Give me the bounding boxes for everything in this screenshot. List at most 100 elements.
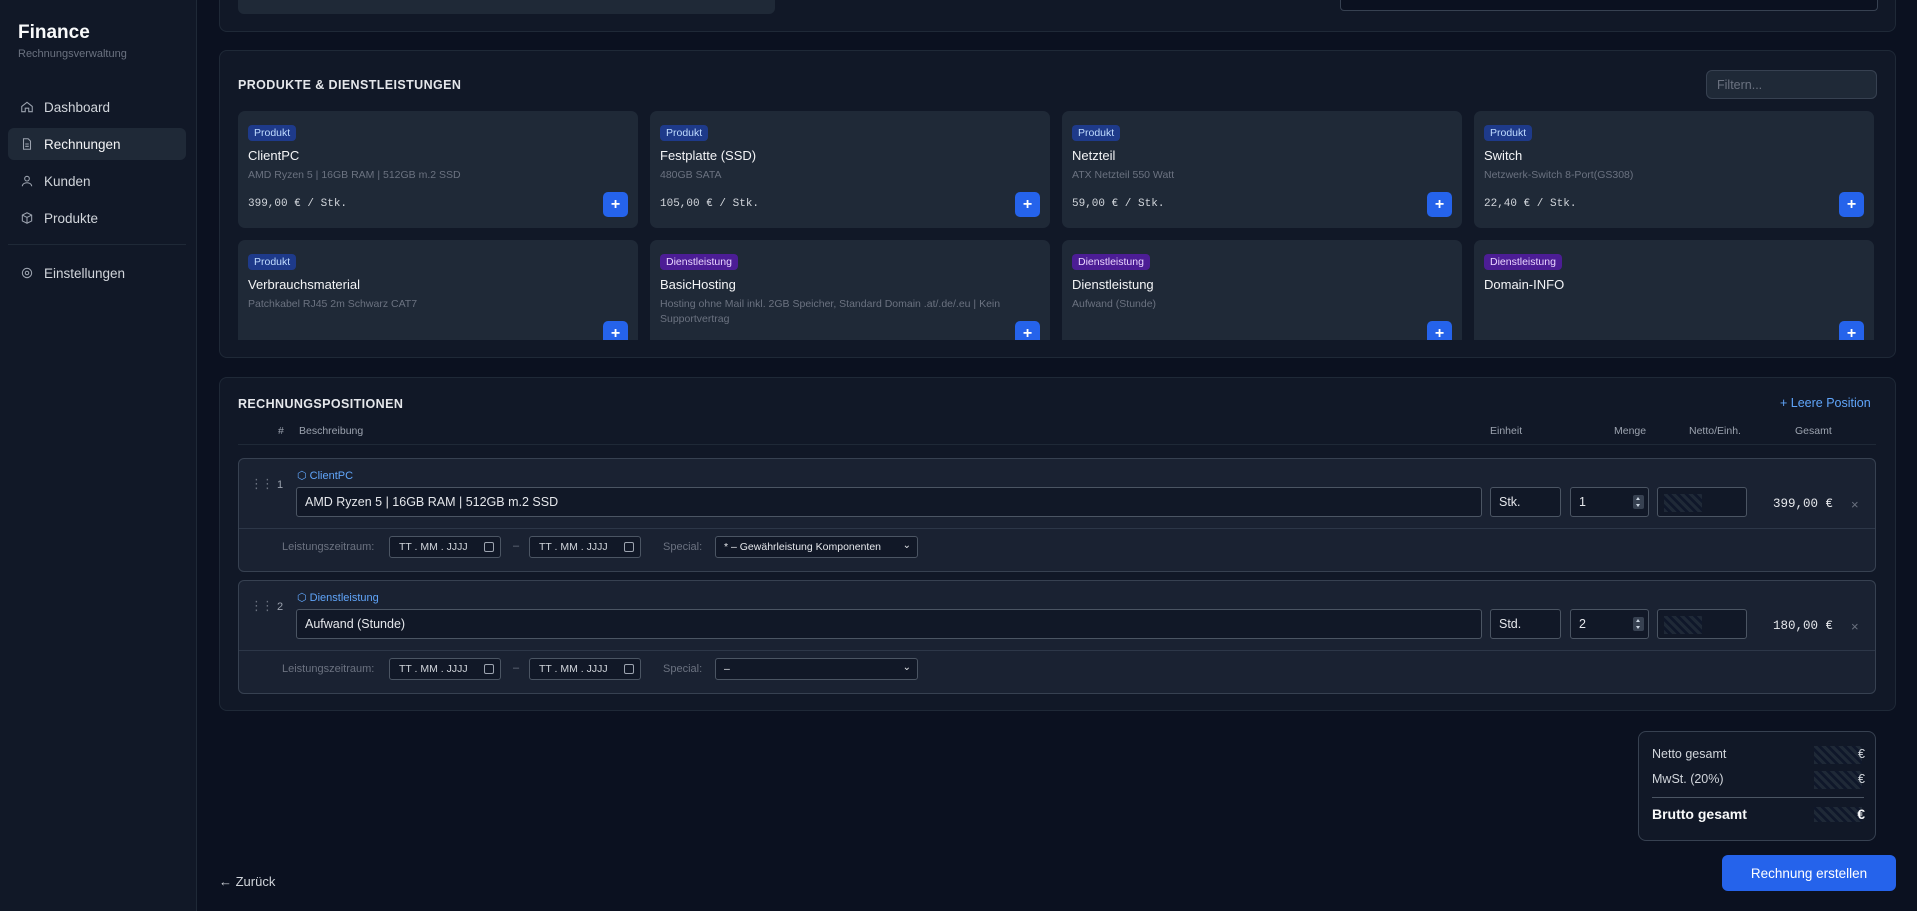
- add-product-button[interactable]: +: [1015, 192, 1040, 217]
- period-dash: –: [513, 540, 520, 552]
- product-price: 105,00 € / Stk.: [660, 198, 760, 210]
- product-card: Produkt ClientPC AMD Ryzen 5 | 16GB RAM …: [238, 111, 638, 228]
- product-type-badge: Produkt: [248, 125, 297, 141]
- sidebar-item-produkte[interactable]: Produkte: [8, 202, 186, 234]
- position-quantity-input[interactable]: 1: [1570, 487, 1649, 517]
- add-product-button[interactable]: +: [1427, 192, 1452, 217]
- period-end-date[interactable]: TT . MM . JJJJ: [529, 658, 641, 680]
- product-price: 399,00 € / Stk.: [248, 198, 348, 210]
- sidebar-item-label: Rechnungen: [44, 136, 121, 152]
- product-name: Festplatte (SSD): [660, 148, 757, 163]
- sidebar-item-label: Produkte: [44, 210, 99, 226]
- product-description: Hosting ohne Mail inkl. 2GB Speicher, St…: [660, 298, 1001, 325]
- position-divider: [239, 528, 1875, 529]
- redacted-value: [1664, 494, 1702, 512]
- remove-position-icon[interactable]: ×: [1851, 497, 1859, 512]
- home-icon: [21, 101, 33, 113]
- sidebar-divider: [8, 244, 186, 245]
- product-grid: Produkt ClientPC AMD Ryzen 5 | 16GB RAM …: [238, 111, 1874, 340]
- add-empty-position-link[interactable]: + Leere Position: [1780, 396, 1871, 410]
- box-icon: [21, 212, 33, 224]
- product-name: Verbrauchsmaterial: [248, 277, 360, 292]
- add-product-button[interactable]: +: [603, 321, 628, 340]
- remove-position-icon[interactable]: ×: [1851, 619, 1859, 634]
- calendar-icon: [624, 542, 634, 552]
- net-total-redacted: [1814, 746, 1862, 764]
- position-description-input[interactable]: [296, 487, 1482, 517]
- quantity-stepper-icon[interactable]: [1633, 495, 1644, 509]
- totals-box: Netto gesamt € MwSt. (20%) € Brutto gesa…: [1638, 731, 1876, 841]
- date-placeholder: TT . MM . JJJJ: [539, 663, 608, 675]
- add-product-button[interactable]: +: [1015, 321, 1040, 340]
- sidebar-item-kunden[interactable]: Kunden: [8, 165, 186, 197]
- product-description: Netzwerk-Switch 8-Port(GS308): [1484, 169, 1634, 181]
- notes-textarea[interactable]: [1340, 0, 1878, 11]
- add-product-button[interactable]: +: [603, 192, 628, 217]
- period-start-date[interactable]: TT . MM . JJJJ: [389, 658, 501, 680]
- drag-handle-icon[interactable]: ⋮⋮: [250, 476, 274, 492]
- vat-redacted: [1814, 771, 1862, 789]
- position-unit-input[interactable]: [1490, 609, 1561, 639]
- sidebar-item-label: Einstellungen: [44, 265, 126, 281]
- col-header-total: Gesamt: [1795, 425, 1832, 437]
- sidebar-item-einstellungen[interactable]: Einstellungen: [8, 257, 186, 289]
- special-select[interactable]: * – Gewährleistung Komponenten ⌄: [715, 536, 918, 558]
- position-description-input[interactable]: [296, 609, 1482, 639]
- sidebar-item-dashboard[interactable]: Dashboard: [8, 91, 186, 123]
- add-product-button[interactable]: +: [1427, 321, 1452, 340]
- col-header-description: Beschreibung: [299, 425, 364, 437]
- sidebar: Finance Rechnungsverwaltung Dashboard Re…: [0, 0, 197, 911]
- back-link[interactable]: ← Zurück: [219, 874, 275, 889]
- product-description: 480GB SATA: [660, 169, 722, 181]
- position-net-price-input[interactable]: [1657, 487, 1747, 517]
- sidebar-item-label: Kunden: [44, 173, 91, 189]
- period-start-date[interactable]: TT . MM . JJJJ: [389, 536, 501, 558]
- header-divider: [238, 444, 1876, 445]
- period-label: Leistungszeitraum:: [282, 541, 375, 553]
- quantity-stepper-icon[interactable]: [1633, 617, 1644, 631]
- special-label: Special:: [663, 541, 703, 553]
- create-invoice-button[interactable]: Rechnung erstellen: [1722, 855, 1896, 891]
- vat-label: MwSt. (20%): [1652, 772, 1724, 786]
- drag-handle-icon[interactable]: ⋮⋮: [250, 598, 274, 614]
- sidebar-item-rechnungen[interactable]: Rechnungen: [8, 128, 186, 160]
- product-price: 22,40 € / Stk.: [1484, 198, 1577, 210]
- position-quantity-input[interactable]: 2: [1570, 609, 1649, 639]
- product-description: Patchkabel RJ45 2m Schwarz CAT7: [248, 298, 418, 310]
- position-unit-input[interactable]: [1490, 487, 1561, 517]
- calendar-icon: [624, 664, 634, 674]
- positions-title: RECHNUNGSPOSITIONEN: [238, 397, 404, 411]
- gross-currency: €: [1857, 806, 1865, 822]
- position-type-link[interactable]: ⬡ Dienstleistung: [297, 591, 379, 604]
- product-type-badge: Produkt: [248, 254, 297, 270]
- net-currency: €: [1858, 747, 1865, 761]
- product-name: Netzteil: [1072, 148, 1116, 163]
- gear-icon: [21, 267, 33, 279]
- col-header-number: #: [278, 425, 284, 437]
- product-card: Produkt Switch Netzwerk-Switch 8-Port(GS…: [1474, 111, 1874, 228]
- chevron-down-icon: ⌄: [902, 540, 911, 551]
- period-dash: –: [513, 662, 520, 674]
- position-row: ⋮⋮ 1 ⬡ ClientPC 1 399,00 € × Leistungsze…: [238, 458, 1876, 572]
- product-card: Produkt Netzteil ATX Netzteil 550 Watt 5…: [1062, 111, 1462, 228]
- add-product-button[interactable]: +: [1839, 192, 1864, 217]
- position-type-link[interactable]: ⬡ ClientPC: [297, 469, 353, 482]
- add-product-button[interactable]: +: [1839, 321, 1864, 340]
- product-type-badge: Dienstleistung: [660, 254, 738, 270]
- quantity-value: 1: [1579, 495, 1586, 509]
- special-value: * – Gewährleistung Komponenten: [724, 541, 882, 553]
- product-price: 59,00 € / Stk.: [1072, 198, 1165, 210]
- product-filter-input[interactable]: [1706, 70, 1877, 99]
- product-description: AMD Ryzen 5 | 16GB RAM | 512GB m.2 SSD: [248, 169, 461, 181]
- period-end-date[interactable]: TT . MM . JJJJ: [529, 536, 641, 558]
- calendar-icon: [484, 542, 494, 552]
- sidebar-item-label: Dashboard: [44, 99, 111, 115]
- totals-divider: [1652, 797, 1864, 798]
- position-net-price-input[interactable]: [1657, 609, 1747, 639]
- product-type-badge: Produkt: [660, 125, 709, 141]
- col-header-net: Netto/Einh.: [1689, 425, 1741, 437]
- special-select[interactable]: – ⌄: [715, 658, 918, 680]
- product-name: Domain-INFO: [1484, 277, 1565, 292]
- users-icon: [21, 175, 33, 187]
- details-field[interactable]: [238, 0, 775, 14]
